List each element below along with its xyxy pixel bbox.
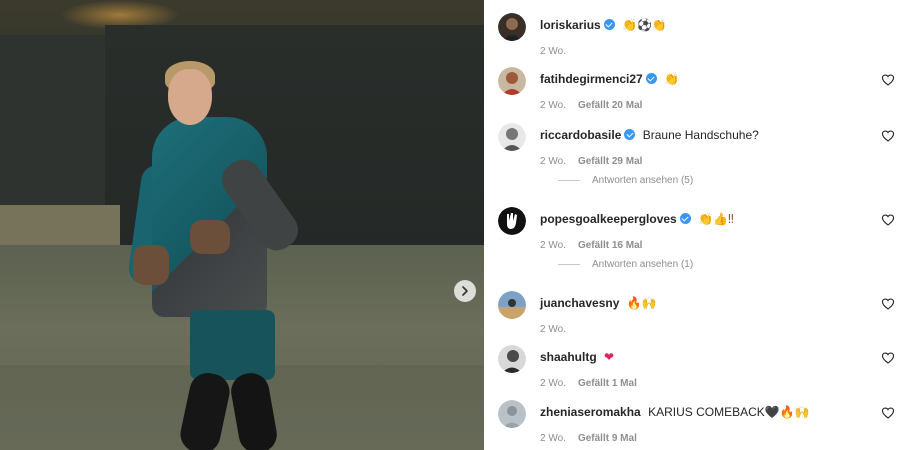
avatar[interactable] [498,123,526,151]
comment-emojis: 🔥🙌 [626,296,657,310]
view-replies-link[interactable]: Antworten ansehen (1) [558,259,693,270]
comment-age: 2 Wo. [540,433,566,444]
player-glove-right [190,220,230,254]
comment-age: 2 Wo. [540,324,566,335]
comment-likes[interactable]: Gefällt 9 Mal [578,433,637,444]
next-photo-button[interactable] [454,280,476,302]
verified-badge-icon [624,129,636,140]
comment-meta: 2 Wo. Gefällt 29 Mal [540,155,642,169]
comment-text: KARIUS COMEBACK [648,405,765,419]
player-figure [126,55,310,450]
post-photo[interactable] [0,0,484,450]
avatar[interactable] [498,400,526,428]
comment-line: shaahultg ❤ [540,349,614,365]
avatar[interactable] [498,207,526,235]
player-glove-left [133,245,169,285]
comment-meta: 2 Wo. Gefällt 20 Mal [540,99,642,113]
comment-username[interactable]: fatihdegirmenci27 [540,72,643,86]
comment-meta: 2 Wo. [540,323,566,337]
avatar[interactable] [498,291,526,319]
comment-line: loriskarius 👏⚽👏 [540,17,667,33]
like-heart-icon[interactable] [881,406,895,420]
player-leg-right [228,370,280,450]
comment-line: popesgoalkeepergloves 👏👍‼ [540,211,734,227]
comment-likes[interactable]: Gefällt 16 Mal [578,240,642,251]
verified-badge-icon [679,213,691,224]
comment-likes[interactable]: Gefällt 20 Mal [578,100,642,111]
background-fence-left [0,35,110,215]
like-heart-icon[interactable] [881,351,895,365]
comment-emojis: 🖤🔥🙌 [764,405,810,419]
comment-line: zheniaseromakha KARIUS COMEBACK🖤🔥🙌 [540,404,810,420]
comment-username[interactable]: juanchavesny [540,296,619,310]
player-leg-left [177,369,233,450]
comment-username[interactable]: loriskarius [540,18,601,32]
comment-line: juanchavesny 🔥🙌 [540,295,657,311]
view-replies-link[interactable]: Antworten ansehen (5) [558,175,693,186]
like-heart-icon[interactable] [881,297,895,311]
like-heart-icon[interactable] [881,73,895,87]
comment-username[interactable]: riccardobasile [540,128,621,142]
comment-age: 2 Wo. [540,156,566,167]
comments-panel: loriskarius 👏⚽👏 2 Wo. fatihdegirmenci27 … [484,0,900,450]
comment-likes[interactable]: Gefällt 29 Mal [578,156,642,167]
comment-username[interactable]: shaahultg [540,350,597,364]
comment-likes[interactable]: Gefällt 1 Mal [578,378,637,389]
verified-badge-icon [645,73,657,84]
comment-meta: 2 Wo. Gefällt 16 Mal [540,239,642,253]
background-wall [0,205,120,250]
avatar[interactable] [498,345,526,373]
like-heart-icon[interactable] [881,213,895,227]
comment-line: riccardobasile Braune Handschuhe? [540,127,759,143]
avatar[interactable] [498,13,526,41]
comment-meta: 2 Wo. Gefällt 1 Mal [540,377,637,391]
avatar[interactable] [498,67,526,95]
comment-emojis: 👏 [664,72,679,86]
comment-meta: 2 Wo. [540,45,566,59]
verified-badge-icon [603,19,615,30]
like-heart-icon[interactable] [881,129,895,143]
comment-emojis: 👏👍‼ [698,212,734,226]
comment-age: 2 Wo. [540,240,566,251]
comment-username[interactable]: zheniaseromakha [540,405,641,419]
comment-emojis: ❤ [604,350,615,364]
comment-text: Braune Handschuhe? [642,128,759,142]
player-shorts [190,310,275,380]
comment-age: 2 Wo. [540,378,566,389]
comment-emojis: 👏⚽👏 [622,18,667,32]
comment-age: 2 Wo. [540,46,566,57]
comment-age: 2 Wo. [540,100,566,111]
chevron-right-icon [462,286,468,296]
comment-username[interactable]: popesgoalkeepergloves [540,212,677,226]
comment-meta: 2 Wo. Gefällt 9 Mal [540,432,637,446]
player-head [168,69,212,125]
comment-line: fatihdegirmenci27 👏 [540,71,679,87]
